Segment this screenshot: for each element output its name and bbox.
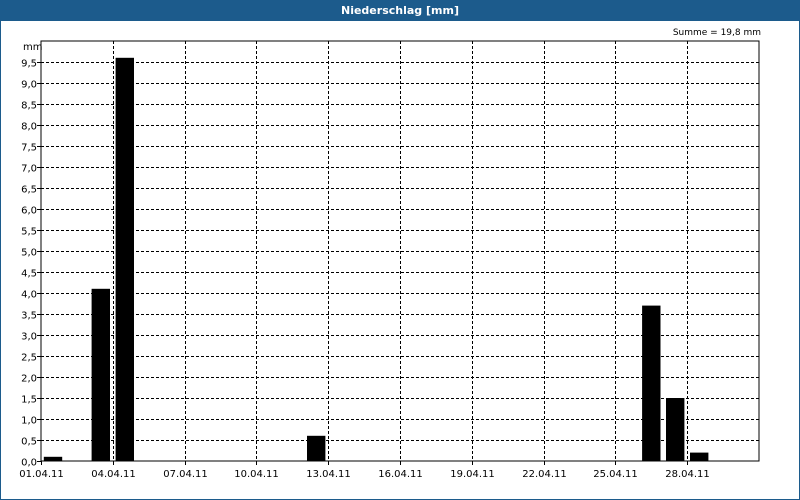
y-tick-label: 2,0: [21, 374, 37, 385]
y-axis-unit: mm: [23, 42, 42, 53]
bar: [307, 435, 326, 461]
y-tick-label: 3,0: [21, 332, 37, 343]
y-tick-label: 7,0: [21, 164, 37, 175]
y-tick-label: 1,0: [21, 416, 37, 427]
x-tick-label: 10.04.11: [234, 469, 279, 480]
x-tick-label: 01.04.11: [19, 469, 64, 480]
y-tick-label: 8,0: [21, 122, 37, 133]
bar: [91, 288, 110, 461]
x-tick-label: 28.04.11: [665, 469, 710, 480]
y-tick-label: 0,0: [21, 458, 37, 469]
y-tick-label: 4,0: [21, 290, 37, 301]
x-tick-label: 16.04.11: [378, 469, 423, 480]
y-axis-ticks: 0,0 0,5 1,0 1,5 2,0 2,5 3,0 3,5 4,0 4,5 5,0 5,5 6,0 6…: [21, 59, 41, 469]
y-tick-label: 5,5: [21, 227, 37, 238]
bar: [115, 57, 134, 462]
y-tick-label: 9,0: [21, 80, 37, 91]
bar: [666, 398, 685, 461]
x-tick-label: 19.04.11: [450, 469, 495, 480]
x-tick-label: 25.04.11: [593, 469, 638, 480]
x-tick-label: 22.04.11: [522, 469, 567, 480]
precipitation-chart: mm 0,0 0,5 1,0 1,5 2,0 2,5 3,0 3,5 4,0 4,5 5,0 5,5 6…: [19, 40, 760, 480]
x-tick-label: 04.04.11: [91, 469, 136, 480]
x-axis-ticks: 01.04.11 04.04.11 07.04.11 10.04.11 13.04.11…: [19, 461, 710, 480]
y-tick-label: 2,5: [21, 353, 37, 364]
y-tick-label: 0,5: [21, 437, 37, 448]
y-tick-label: 7,5: [21, 143, 37, 154]
bar: [43, 456, 63, 461]
bars: [43, 57, 709, 462]
y-tick-label: 3,5: [21, 311, 37, 322]
x-tick-label: 07.04.11: [163, 469, 208, 480]
bar: [642, 305, 661, 461]
x-tick-label: 13.04.11: [306, 469, 351, 480]
bar: [690, 452, 709, 461]
y-tick-label: 4,5: [21, 269, 37, 280]
y-tick-label: 6,0: [21, 206, 37, 217]
y-tick-label: 5,0: [21, 248, 37, 259]
y-tick-label: 6,5: [21, 185, 37, 196]
y-tick-label: 9,5: [21, 59, 37, 70]
y-tick-label: 8,5: [21, 101, 37, 112]
y-tick-label: 1,5: [21, 395, 37, 406]
